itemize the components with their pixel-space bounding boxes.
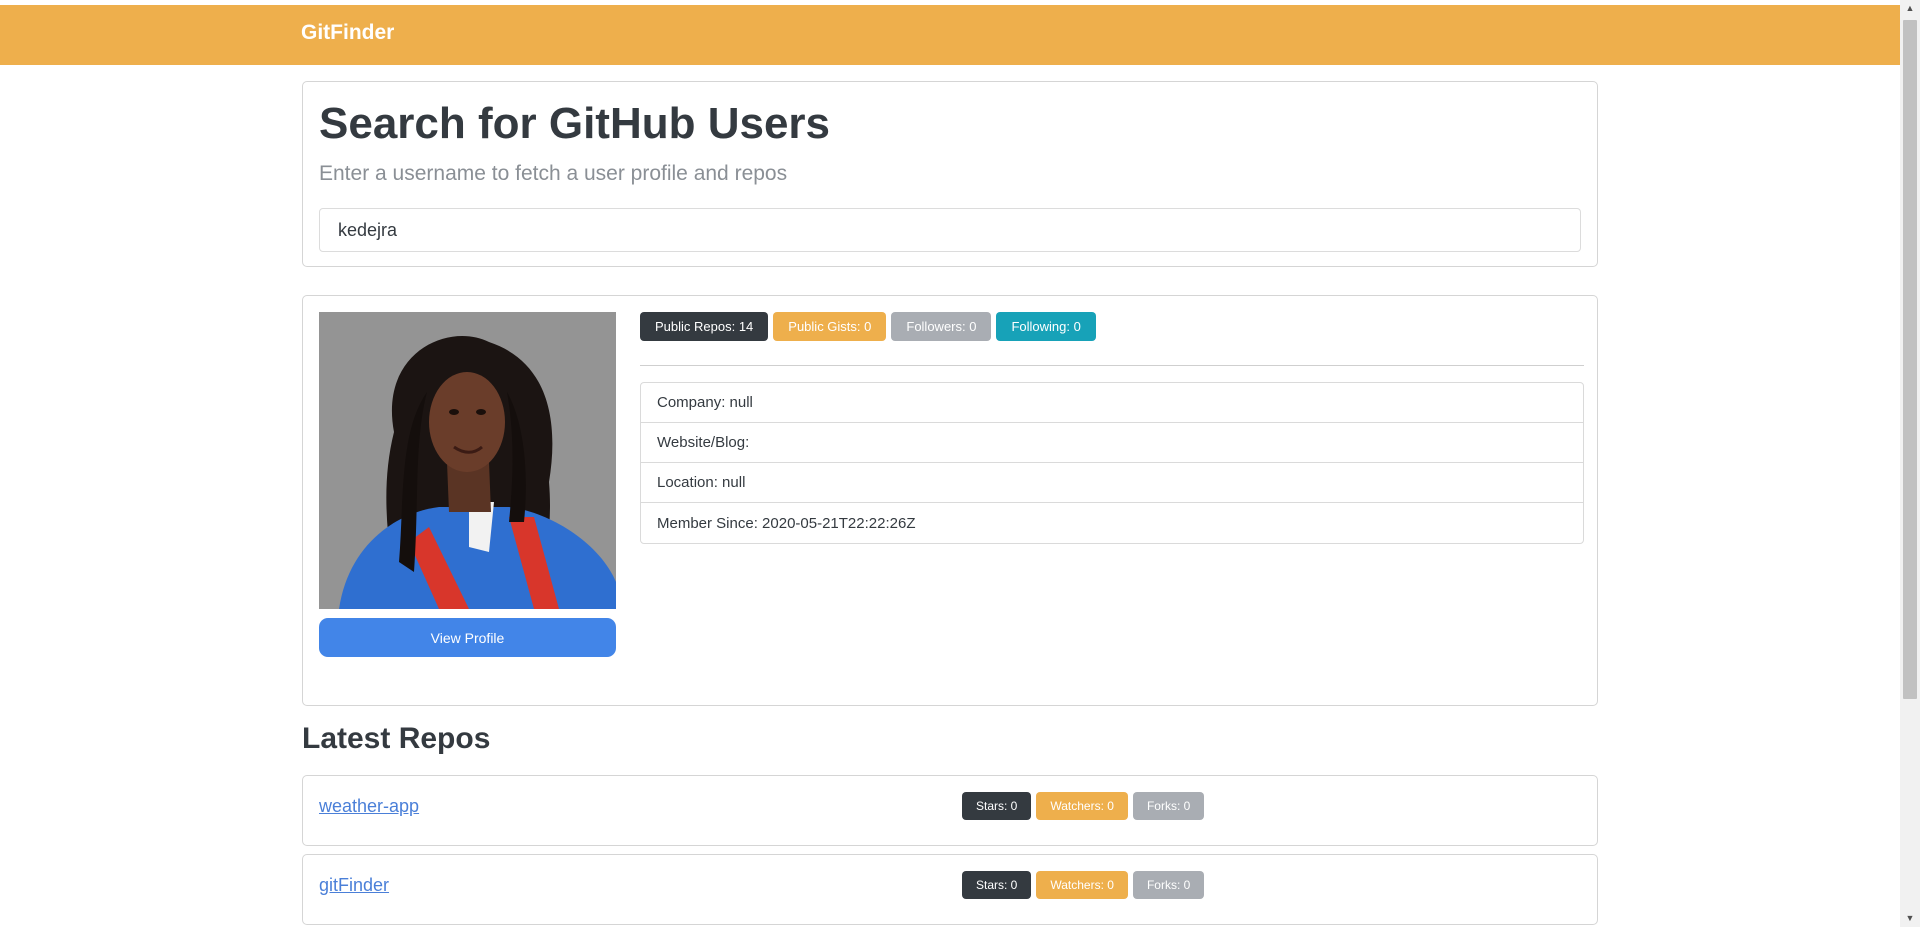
search-card: Search for GitHub Users Enter a username… [302,81,1598,267]
avatar [319,312,616,609]
profile-card: View Profile Public Repos: 14 Public Gis… [302,295,1598,706]
scroll-down-icon[interactable]: ▼ [1900,910,1920,927]
company-item: Company: null [641,383,1583,423]
website-item: Website/Blog: [641,423,1583,463]
search-title: Search for GitHub Users [319,99,831,148]
scroll-up-icon[interactable]: ▲ [1900,0,1920,17]
watchers-badge: Watchers: 0 [1036,871,1128,899]
watchers-badge: Watchers: 0 [1036,792,1128,820]
repo-badges: Stars: 0 Watchers: 0 Forks: 0 [962,871,1205,899]
latest-repos-title: Latest Repos [302,722,491,755]
repo-link[interactable]: weather-app [319,796,419,817]
followers-badge: Followers: 0 [891,312,992,341]
view-profile-button[interactable]: View Profile [319,618,616,657]
vertical-scrollbar[interactable]: ▲ ▼ [1900,0,1920,927]
navbar: GitFinder [0,5,1900,65]
stars-badge: Stars: 0 [962,871,1032,899]
forks-badge: Forks: 0 [1132,792,1205,820]
location-item: Location: null [641,463,1583,503]
member-since-item: Member Since: 2020-05-21T22:22:26Z [657,514,916,532]
following-badge: Following: 0 [996,312,1096,341]
repo-card: weather-app Stars: 0 Watchers: 0 Forks: … [302,775,1598,846]
search-lead-text: Enter a username to fetch a user profile… [319,162,788,185]
repo-card: gitFinder Stars: 0 Watchers: 0 Forks: 0 [302,854,1598,925]
avatar-photo [319,312,616,609]
scroll-thumb[interactable] [1903,20,1917,699]
search-input[interactable] [319,208,1581,252]
repo-badges: Stars: 0 Watchers: 0 Forks: 0 [962,792,1205,820]
repo-link[interactable]: gitFinder [319,875,389,896]
public-repos-badge: Public Repos: 14 [640,312,769,341]
public-gists-badge: Public Gists: 0 [773,312,887,341]
forks-badge: Forks: 0 [1132,871,1205,899]
profile-info-list: Company: null Website/Blog: Location: nu… [640,382,1584,544]
divider [640,365,1584,366]
profile-badges: Public Repos: 14 Public Gists: 0 Followe… [640,312,1096,341]
stars-badge: Stars: 0 [962,792,1032,820]
page: GitFinder Search for GitHub Users Enter … [0,0,1920,927]
brand-logo[interactable]: GitFinder [301,21,394,45]
